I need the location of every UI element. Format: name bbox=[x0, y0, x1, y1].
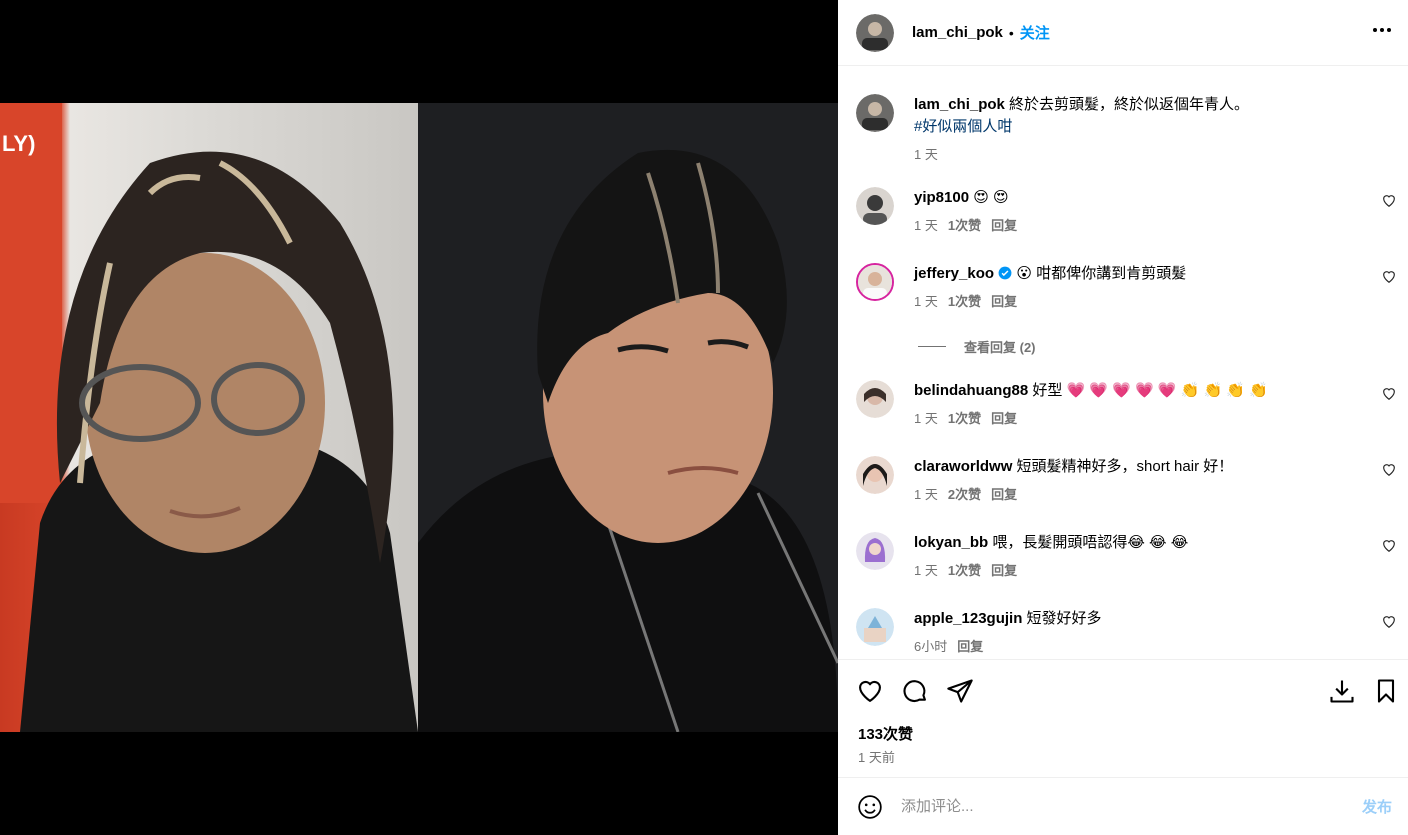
comment-likes[interactable]: 2次赞 bbox=[948, 484, 981, 503]
replies-divider bbox=[918, 346, 946, 347]
comment-text: 好型 💗 💗 💗 💗 💗 👏 👏 👏 👏 bbox=[1032, 382, 1268, 399]
comment-time: 1 天 bbox=[914, 294, 938, 309]
comment-time: 1 天 bbox=[914, 218, 938, 233]
comment-likes[interactable]: 1次赞 bbox=[948, 215, 981, 234]
download-icon[interactable] bbox=[1328, 677, 1356, 705]
post-media: LY) bbox=[0, 0, 838, 835]
emoji-icon[interactable] bbox=[857, 794, 883, 820]
comment-text: 喂，長髮開頭唔認得😂 😂 😂 bbox=[992, 534, 1189, 551]
reply-button[interactable]: 回复 bbox=[957, 636, 983, 655]
commenter-avatar[interactable] bbox=[856, 263, 894, 301]
like-comment-heart-icon[interactable] bbox=[1382, 270, 1396, 284]
post-header: lam_chi_pok • 关注 bbox=[838, 0, 1408, 66]
comment-likes[interactable]: 1次赞 bbox=[948, 560, 981, 579]
commenter-avatar[interactable] bbox=[856, 532, 894, 570]
like-comment-heart-icon[interactable] bbox=[1382, 387, 1396, 401]
reply-button[interactable]: 回复 bbox=[991, 215, 1017, 234]
reply-button[interactable]: 回复 bbox=[991, 408, 1017, 427]
comment-likes[interactable]: 1次赞 bbox=[948, 408, 981, 427]
comment-likes[interactable]: 1次赞 bbox=[948, 291, 981, 310]
comment-composer: 发布 bbox=[838, 777, 1408, 835]
svg-text:LY): LY) bbox=[2, 131, 35, 156]
author-avatar[interactable] bbox=[856, 94, 894, 132]
comment-username[interactable]: lokyan_bb bbox=[914, 534, 988, 551]
like-heart-icon[interactable] bbox=[856, 677, 884, 705]
comment-text: 短發好好多 bbox=[1026, 610, 1102, 627]
comment-username[interactable]: jeffery_koo bbox=[914, 265, 994, 282]
comment-username[interactable]: belindahuang88 bbox=[914, 382, 1028, 399]
comments-list[interactable]: lam_chi_pok 終於去剪頭髮，終於似返個年青人。 #好似兩個人咁 1 天… bbox=[838, 67, 1408, 659]
post-comment-button[interactable]: 发布 bbox=[1362, 796, 1392, 817]
reply-button[interactable]: 回复 bbox=[991, 560, 1017, 579]
post-timestamp: 1 天前 bbox=[858, 750, 895, 765]
commenter-avatar[interactable] bbox=[856, 380, 894, 418]
like-comment-heart-icon[interactable] bbox=[1382, 194, 1396, 208]
author-username[interactable]: lam_chi_pok bbox=[912, 24, 1003, 41]
separator-dot: • bbox=[1008, 24, 1014, 41]
comment-input[interactable] bbox=[901, 798, 1362, 815]
verified-badge-icon bbox=[998, 266, 1012, 280]
commenter-avatar[interactable] bbox=[856, 187, 894, 225]
commenter-avatar[interactable] bbox=[856, 456, 894, 494]
like-comment-heart-icon[interactable] bbox=[1382, 539, 1396, 553]
post-side-panel: lam_chi_pok • 关注 lam_chi_pok 終於去剪頭髮，終於似返… bbox=[838, 0, 1408, 835]
author-avatar[interactable] bbox=[856, 13, 894, 52]
comment-time: 1 天 bbox=[914, 411, 938, 426]
comment-text: 短頭髮精神好多，short hair 好！ bbox=[1016, 458, 1234, 475]
more-options-icon[interactable] bbox=[1372, 20, 1392, 46]
photo-after-haircut bbox=[418, 103, 838, 732]
view-replies-button[interactable]: 查看回复 (2) bbox=[918, 337, 1036, 356]
comment-time: 6小时 bbox=[914, 639, 948, 654]
follow-button[interactable]: 关注 bbox=[1020, 22, 1050, 43]
comment-username[interactable]: yip8100 bbox=[914, 189, 969, 206]
comment-bubble-icon[interactable] bbox=[901, 677, 929, 705]
caption-username[interactable]: lam_chi_pok bbox=[914, 96, 1005, 113]
view-replies-label[interactable]: 查看回复 (2) bbox=[964, 337, 1036, 356]
commenter-avatar[interactable] bbox=[856, 608, 894, 646]
photo-before-haircut: LY) bbox=[0, 103, 418, 732]
reply-button[interactable]: 回复 bbox=[991, 484, 1017, 503]
caption-text: 終於去剪頭髮，終於似返個年青人。 bbox=[1009, 96, 1250, 113]
share-paper-plane-icon[interactable] bbox=[946, 677, 974, 705]
caption-time: 1 天 bbox=[914, 147, 938, 162]
hashtag-link[interactable]: #好似兩個人咁 bbox=[914, 118, 1012, 135]
comment-time: 1 天 bbox=[914, 563, 938, 578]
reply-button[interactable]: 回复 bbox=[991, 291, 1017, 310]
comment-text: 😮 咁都俾你講到肯剪頭髮 bbox=[1016, 265, 1187, 282]
comment-username[interactable]: claraworldww bbox=[914, 458, 1012, 475]
bookmark-icon[interactable] bbox=[1372, 677, 1400, 705]
like-count[interactable]: 133次赞 bbox=[858, 723, 913, 744]
comment-text: 😍 😍 bbox=[973, 189, 1009, 206]
like-comment-heart-icon[interactable] bbox=[1382, 463, 1396, 477]
like-comment-heart-icon[interactable] bbox=[1382, 615, 1396, 629]
comment-time: 1 天 bbox=[914, 487, 938, 502]
post-actions: 133次赞 1 天前 bbox=[838, 659, 1408, 777]
comment-username[interactable]: apple_123gujin bbox=[914, 610, 1022, 627]
